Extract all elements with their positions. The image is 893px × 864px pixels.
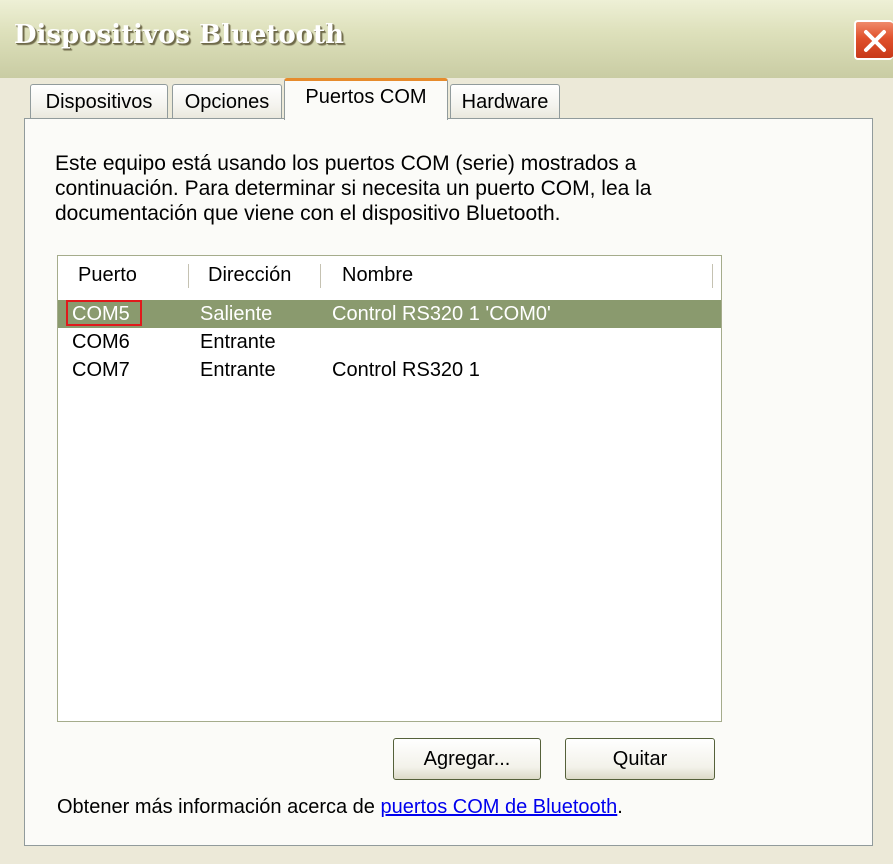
- close-button[interactable]: [854, 20, 893, 60]
- cell-nombre: Control RS320 1: [332, 359, 480, 381]
- column-separator[interactable]: [188, 264, 189, 288]
- window-title: Dispositivos Bluetooth: [14, 20, 345, 50]
- tab-page-puertos-com: Este equipo está usando los puertos COM …: [24, 118, 873, 846]
- com-port-list[interactable]: Puerto Dirección Nombre COM5 Saliente Co…: [57, 255, 722, 722]
- description-line: continuación. Para determinar si necesit…: [55, 177, 652, 200]
- column-separator[interactable]: [320, 264, 321, 288]
- cell-nombre: Control RS320 1 'COM0': [332, 303, 551, 325]
- column-separator[interactable]: [712, 264, 713, 288]
- bluetooth-dialog: Dispositivos Bluetooth Dispositivos Opci…: [0, 0, 893, 864]
- tab-hardware[interactable]: Hardware: [450, 84, 560, 120]
- cell-puerto: COM7: [72, 359, 130, 381]
- title-bar[interactable]: Dispositivos Bluetooth: [0, 0, 893, 78]
- tab-puertos-com[interactable]: Puertos COM: [284, 78, 448, 120]
- description-line: documentación que viene con el dispositi…: [55, 202, 561, 225]
- focus-outline: [66, 300, 142, 326]
- description-text: Este equipo está usando los puertos COM …: [55, 151, 755, 226]
- remove-button[interactable]: Quitar: [565, 738, 715, 780]
- list-header: Puerto Dirección Nombre: [58, 256, 721, 294]
- tab-opciones[interactable]: Opciones: [172, 84, 282, 120]
- table-row[interactable]: COM5 Saliente Control RS320 1 'COM0': [58, 300, 721, 328]
- table-row[interactable]: COM6 Entrante: [58, 328, 721, 356]
- cell-puerto: COM6: [72, 331, 130, 353]
- close-icon: [864, 30, 886, 52]
- add-button[interactable]: Agregar...: [393, 738, 541, 780]
- footer-suffix: .: [617, 796, 623, 818]
- column-header-nombre[interactable]: Nombre: [342, 256, 702, 292]
- tab-dispositivos[interactable]: Dispositivos: [30, 84, 168, 120]
- cell-direccion: Saliente: [200, 303, 273, 325]
- cell-direccion: Entrante: [200, 359, 276, 381]
- footer-text: Obtener más información acerca de: [57, 796, 381, 818]
- cell-direccion: Entrante: [200, 331, 276, 353]
- description-line: Este equipo está usando los puertos COM …: [55, 152, 637, 175]
- column-header-puerto[interactable]: Puerto: [78, 256, 198, 292]
- column-header-direccion[interactable]: Dirección: [208, 256, 328, 292]
- com-ports-help-link[interactable]: puertos COM de Bluetooth: [381, 796, 618, 818]
- footer-info: Obtener más información acerca de puerto…: [57, 796, 623, 819]
- table-row[interactable]: COM7 Entrante Control RS320 1: [58, 356, 721, 384]
